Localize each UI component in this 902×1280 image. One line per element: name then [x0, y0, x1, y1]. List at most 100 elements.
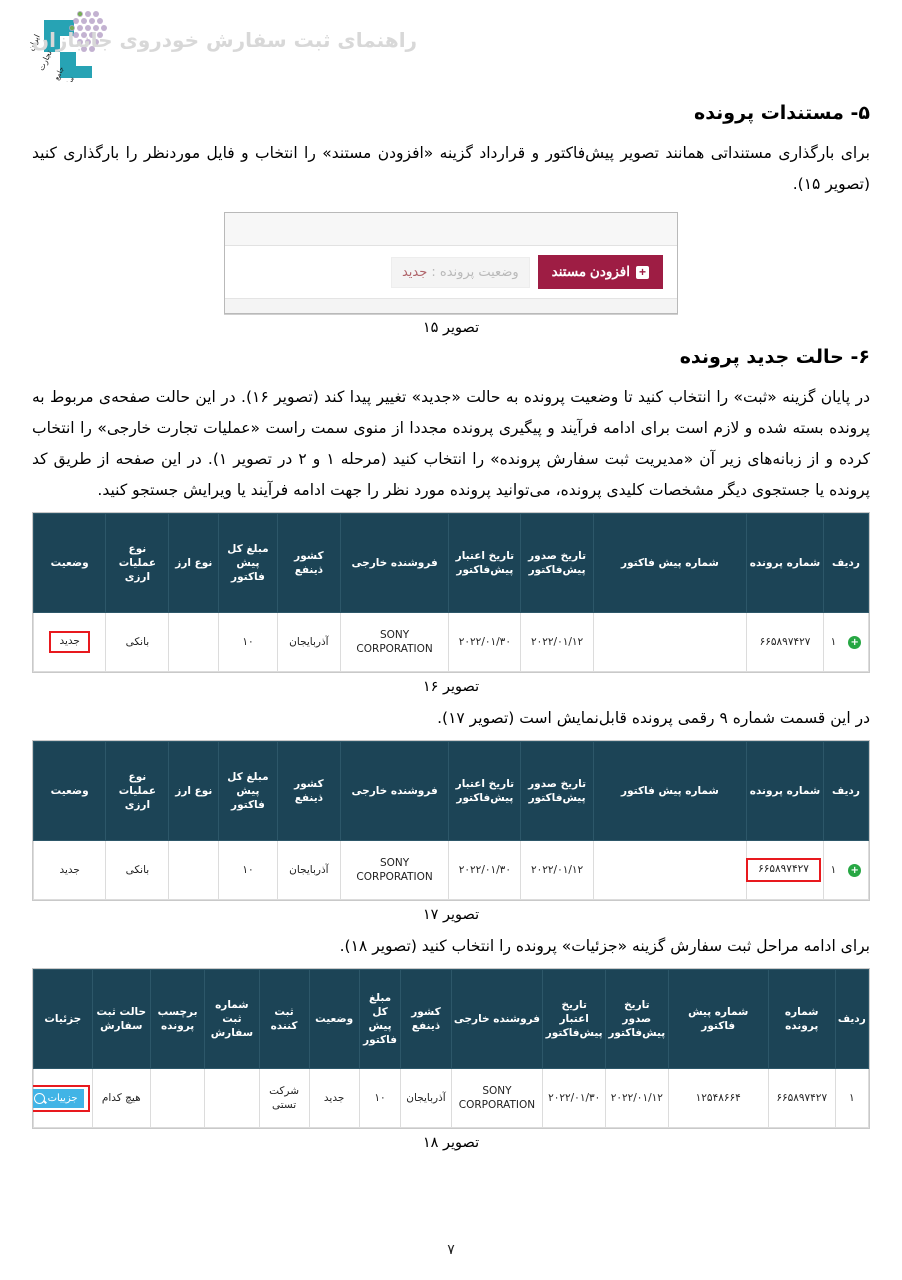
col-registrant: ثبت کننده: [258, 969, 310, 1069]
figure-18-table: ردیف شماره پرونده شماره پیش فاکتور تاریخ…: [33, 969, 869, 1128]
col-foreign-seller: فروشنده خارجی: [450, 969, 544, 1069]
cell-fx-operation-type: بانکی: [105, 612, 170, 672]
cell-fx-operation-type: بانکی: [105, 840, 170, 900]
col-order-reg-state: حالت ثبت سفارش: [91, 969, 151, 1069]
cell-case-number: ۶۶۵۸۹۷۴۲۷: [746, 612, 824, 672]
figure-17-caption: تصویر ۱۷: [422, 907, 480, 923]
cell-case-number: ۶۶۵۸۹۷۴۲۷: [746, 840, 824, 900]
figure-18-caption: تصویر ۱۸: [422, 1135, 480, 1151]
cell-currency-type: [168, 612, 220, 672]
figure-18-table-wrapper: ردیف شماره پرونده شماره پیش فاکتور تاریخ…: [32, 968, 870, 1129]
table-row[interactable]: ۱ ۶۶۵۸۹۷۴۲۷ ۱۲۵۴۸۶۶۴ ۲۰۲۲/۰۱/۱۲ ۲۰۲۲/۰۱/…: [33, 1068, 869, 1128]
cell-index-value: ۱: [830, 636, 837, 649]
col-total-amount: مبلغ کل پیش فاکتور: [218, 741, 278, 841]
document-header-title: راهنمای ثبت سفارش خودروی جانبازان: [32, 28, 418, 52]
plus-icon: +: [636, 265, 649, 279]
table-row[interactable]: + ۱ ۶۶۵۸۹۷۴۲۷ ۲۰۲۲/۰۱/۱۲ ۲۰۲۲/۰۱/۳۰ SONY…: [33, 612, 869, 672]
figure-16-caption: تصویر ۱۶: [422, 679, 480, 695]
cell-beneficiary-country: آذربایجان: [400, 1068, 452, 1128]
col-status: وضعیت: [33, 741, 107, 841]
cell-order-reg-number: [204, 1068, 260, 1128]
cell-proforma-number: [592, 612, 748, 672]
col-beneficiary-country: کشور ذینفع: [400, 969, 452, 1069]
cell-foreign-seller: SONY CORPORATION: [450, 1068, 544, 1128]
figure-15-footerbar: [225, 298, 677, 313]
col-validity-date: تاریخ اعتبار پیش‌فاکتور: [448, 741, 522, 841]
col-case-number: شماره پرونده: [746, 513, 824, 613]
col-order-reg-number: شماره ثبت سفارش: [204, 969, 260, 1069]
text-between-17-and-18: برای ادامه مراحل ثبت سفارش گزینه «جزئیات…: [339, 937, 870, 955]
cell-foreign-seller: SONY CORPORATION: [339, 840, 450, 900]
col-index: ردیف: [822, 741, 869, 841]
add-circle-icon[interactable]: +: [848, 635, 862, 649]
cell-beneficiary-country: آذربایجان: [276, 840, 341, 900]
cell-validity-date: ۲۰۲۲/۰۱/۳۰: [448, 840, 522, 900]
col-status: وضعیت: [33, 513, 107, 613]
cell-total-amount: ۱۰: [218, 612, 278, 672]
figure-17-table-wrapper: ردیف شماره پرونده شماره پیش فاکتور تاریخ…: [32, 740, 870, 901]
section-6-paragraph: در پایان گزینه «ثبت» را انتخاب کنید تا و…: [32, 388, 870, 499]
cell-issue-date: ۲۰۲۲/۰۱/۱۲: [520, 612, 594, 672]
cell-status: جدید: [33, 612, 107, 672]
add-circle-icon[interactable]: +: [848, 863, 862, 877]
details-button-label: جزییات: [47, 1092, 78, 1104]
figure-16-table: ردیف شماره پرونده شماره پیش فاکتور تاریخ…: [33, 513, 869, 672]
table-row[interactable]: + ۱ ۶۶۵۸۹۷۴۲۷ ۲۰۲۲/۰۱/۱۲ ۲۰۲۲/۰۱/۳۰ SONY…: [33, 840, 869, 900]
cell-registrant: شرکت تستی: [258, 1068, 310, 1128]
col-index: ردیف: [834, 969, 869, 1069]
cell-index: ۱: [834, 1068, 869, 1128]
add-document-button[interactable]: + افزودن مستند: [537, 255, 663, 289]
figure-17-table: ردیف شماره پرونده شماره پیش فاکتور تاریخ…: [33, 741, 869, 900]
col-case-number: شماره پرونده: [767, 969, 836, 1069]
col-total-amount: مبلغ کل پیش فاکتور: [218, 513, 278, 613]
col-case-label: برچسب پرونده: [149, 969, 206, 1069]
document-content: ۵- مستندات پرونده برای بارگذاری مستنداتی…: [0, 102, 902, 1151]
section-5-paragraph: برای بارگذاری مستنداتی همانند تصویر پیش‌…: [32, 144, 870, 193]
add-document-button-label: افزودن مستند: [551, 264, 630, 279]
cell-order-reg-state: هیچ کدام: [91, 1068, 151, 1128]
cell-case-label: [149, 1068, 206, 1128]
cell-index: + ۱: [822, 612, 869, 672]
col-currency-type: نوع ارز: [168, 513, 220, 613]
case-status-value: جدید: [401, 264, 428, 280]
col-issue-date: تاریخ صدور پیش‌فاکتور: [605, 969, 669, 1069]
figure-15-toolbar: [225, 213, 677, 246]
cell-foreign-seller: SONY CORPORATION: [339, 612, 450, 672]
status-highlight-box: جدید: [49, 631, 90, 653]
col-currency-type: نوع ارز: [168, 741, 220, 841]
figure-15-caption: تصویر ۱۵: [422, 320, 480, 336]
section-title-documents: ۵- مستندات پرونده: [693, 102, 870, 124]
section-title-new-case-state: ۶- حالت جدید پرونده: [679, 346, 870, 368]
figure-15: + افزودن مستند وضعیت پرونده : جدید: [32, 212, 870, 314]
col-issue-date: تاریخ صدور پیش‌فاکتور: [520, 741, 594, 841]
col-validity-date: تاریخ اعتبار پیش‌فاکتور: [448, 513, 522, 613]
col-beneficiary-country: کشور ذینفع: [276, 513, 341, 613]
magnifier-icon: [33, 1092, 45, 1104]
col-beneficiary-country: کشور ذینفع: [276, 741, 341, 841]
cell-index-value: ۱: [830, 864, 837, 877]
cell-total-amount: ۱۰: [218, 840, 278, 900]
case-status-label: وضعیت پرونده :: [427, 264, 519, 280]
col-proforma-number: شماره پیش فاکتور: [667, 969, 769, 1069]
details-button[interactable]: جزییات: [33, 1088, 84, 1108]
cell-proforma-number: [592, 840, 748, 900]
cell-validity-date: ۲۰۲۲/۰۱/۳۰: [542, 1068, 606, 1128]
cell-beneficiary-country: آذربایجان: [276, 612, 341, 672]
case-number-highlight-box: ۶۶۵۸۹۷۴۲۷: [746, 858, 821, 882]
col-status: وضعیت: [308, 969, 360, 1069]
cell-details: جزییات: [33, 1068, 93, 1128]
col-case-number: شماره پرونده: [746, 741, 824, 841]
col-fx-operation-type: نوع عملیات ارزی: [105, 513, 170, 613]
col-proforma-number: شماره پیش فاکتور: [592, 741, 748, 841]
table-header-row: ردیف شماره پرونده شماره پیش فاکتور تاریخ…: [33, 969, 869, 1069]
cell-issue-date: ۲۰۲۲/۰۱/۱۲: [520, 840, 594, 900]
col-details: جزئیات: [33, 969, 93, 1069]
text-between-16-and-17: در این قسمت شماره ۹ رقمی پرونده قابل‌نما…: [437, 709, 870, 727]
cell-total-amount: ۱۰: [358, 1068, 402, 1128]
col-validity-date: تاریخ اعتبار پیش‌فاکتور: [542, 969, 606, 1069]
case-status-field: وضعیت پرونده : جدید: [390, 256, 530, 288]
cell-index: + ۱: [822, 840, 869, 900]
page-number: ۷: [447, 1242, 455, 1258]
col-foreign-seller: فروشنده خارجی: [339, 513, 450, 613]
cell-currency-type: [168, 840, 220, 900]
